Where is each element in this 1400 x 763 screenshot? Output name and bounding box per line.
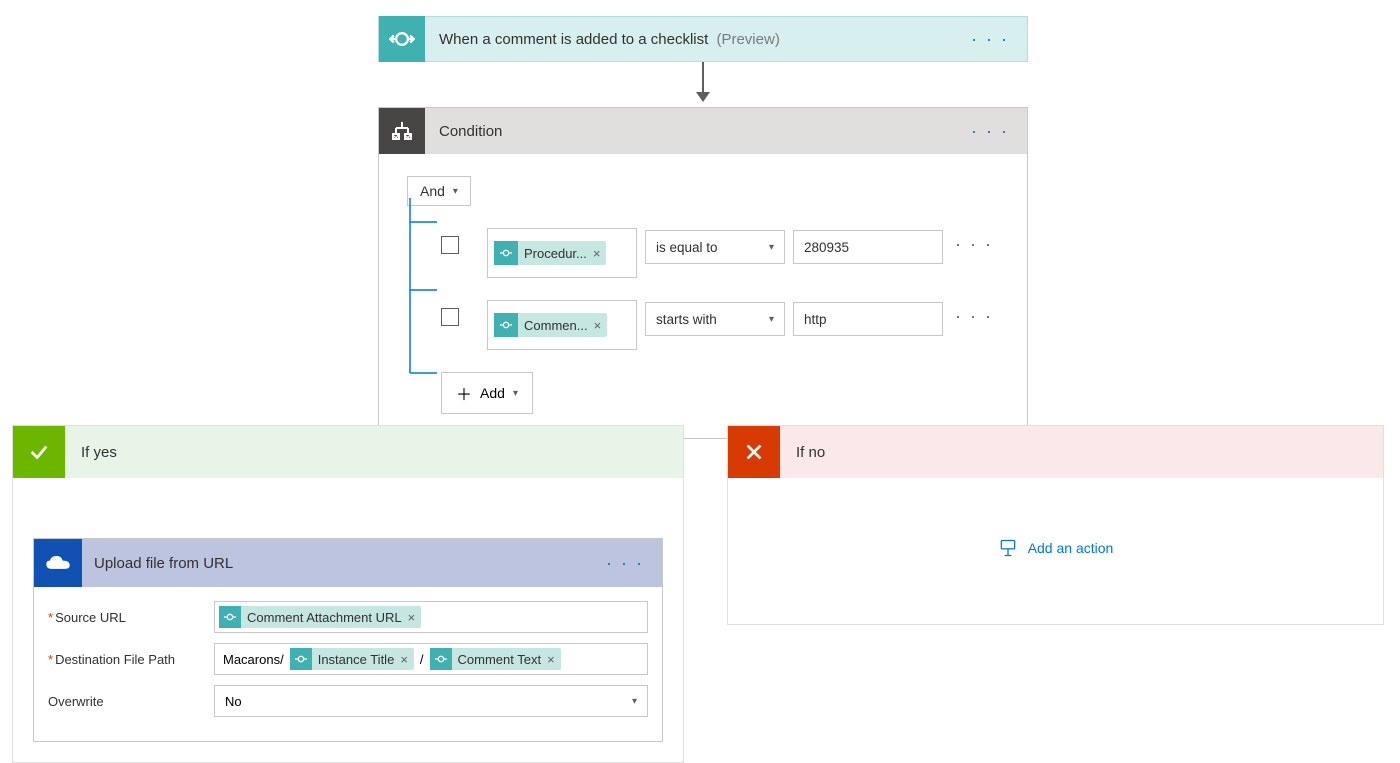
chevron-down-icon: ▾ [632,696,637,707]
rule-menu-button[interactable]: · · · [955,234,993,255]
condition-card: Condition · · · And ▾ Procedur... × is e… [378,107,1028,439]
rule-value-input[interactable] [793,302,943,336]
connector-icon [379,16,425,62]
chevron-down-icon: ▾ [513,388,518,399]
condition-rule: Procedur... × is equal to ▾ · · · [407,228,999,278]
token-remove-button[interactable]: × [400,652,408,667]
token-label: Procedur... [524,246,587,261]
operator-label: starts with [656,312,717,327]
param-label: Source URL [55,610,126,625]
connector-icon [290,648,312,670]
source-url-input[interactable]: Comment Attachment URL × [214,601,648,633]
add-action-label: Add an action [1028,540,1114,556]
connector-icon [430,648,452,670]
plus-icon: ＋ [456,381,472,405]
trigger-title: When a comment is added to a checklist [439,31,708,48]
param-row: *Destination File Path Macarons/ Instanc… [48,643,648,675]
action-title: Upload file from URL [94,555,233,572]
token-remove-button[interactable]: × [547,652,555,667]
branch-no-title: If no [796,444,825,461]
param-row: Overwrite No ▾ [48,685,648,717]
check-icon [13,426,65,478]
operator-dropdown[interactable]: is equal to ▾ [645,230,785,264]
action-header[interactable]: Upload file from URL · · · [34,539,662,587]
destination-path-input[interactable]: Macarons/ Instance Title × / Comment Tex… [214,643,648,675]
param-row: *Source URL Comment Attachment URL × [48,601,648,633]
connector-icon [219,606,241,628]
token-label: Instance Title [318,652,395,667]
group-operator-label: And [420,183,445,199]
condition-rule: Commen... × starts with ▾ · · · [407,300,999,350]
trigger-card[interactable]: When a comment is added to a checklist (… [378,16,1028,62]
connector-icon [494,313,518,337]
operator-label: is equal to [656,240,718,255]
action-card: Upload file from URL · · · *Source URL C… [33,538,663,742]
token-label: Comment Text [458,652,542,667]
dynamic-token[interactable]: Instance Title × [290,648,414,670]
rule-menu-button[interactable]: · · · [955,306,993,327]
token-label: Commen... [524,318,588,333]
chevron-down-icon: ▾ [453,186,458,197]
path-separator: / [416,652,428,667]
token-label: Comment Attachment URL [247,610,402,625]
condition-icon [379,108,425,154]
dynamic-token[interactable]: Procedur... × [494,241,606,265]
rule-value-input[interactable] [793,230,943,264]
connector-icon [494,241,518,265]
add-rule-label: Add [480,385,505,401]
param-label: Overwrite [48,694,104,709]
condition-body: And ▾ Procedur... × is equal to ▾ · · · [379,154,1027,438]
dynamic-token[interactable]: Comment Attachment URL × [219,606,421,628]
path-prefix: Macarons/ [219,652,288,667]
token-remove-button[interactable]: × [408,610,416,625]
condition-menu-button[interactable]: · · · [971,121,1009,142]
rule-checkbox[interactable] [441,236,459,254]
action-menu-button[interactable]: · · · [606,553,644,574]
rule-field-input[interactable]: Procedur... × [487,228,637,278]
overwrite-value: No [225,694,242,709]
branch-yes-title: If yes [81,444,117,461]
branch-no-header: If no [728,426,1383,478]
trigger-menu-button[interactable]: · · · [971,29,1009,50]
param-label: Destination File Path [55,652,175,667]
add-rule-button[interactable]: ＋ Add ▾ [441,372,533,414]
preview-tag: (Preview) [716,31,779,48]
dynamic-token[interactable]: Comment Text × [430,648,561,670]
add-action-icon [998,538,1018,558]
branch-yes-header: If yes [13,426,683,478]
flow-arrow [700,62,706,104]
chevron-down-icon: ▾ [769,242,774,253]
close-icon [728,426,780,478]
dynamic-token[interactable]: Commen... × [494,313,607,337]
onedrive-icon [34,539,82,587]
rule-field-input[interactable]: Commen... × [487,300,637,350]
token-remove-button[interactable]: × [594,318,602,333]
group-operator-dropdown[interactable]: And ▾ [407,176,471,206]
condition-header[interactable]: Condition · · · [379,108,1027,154]
branch-no: If no Add an action [727,425,1384,625]
condition-title: Condition [439,123,502,140]
token-remove-button[interactable]: × [593,246,601,261]
branch-yes: If yes Upload file from URL · · · *Sourc… [12,425,684,763]
operator-dropdown[interactable]: starts with ▾ [645,302,785,336]
add-action-button[interactable]: Add an action [728,538,1383,558]
overwrite-dropdown[interactable]: No ▾ [214,685,648,717]
chevron-down-icon: ▾ [769,314,774,325]
rule-checkbox[interactable] [441,308,459,326]
